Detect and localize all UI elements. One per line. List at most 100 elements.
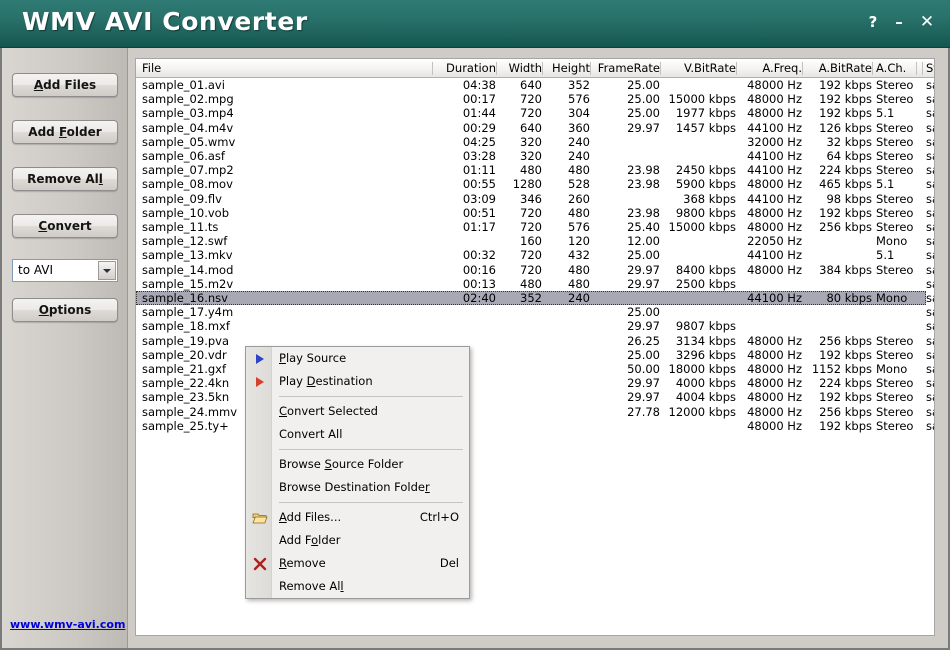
- add-folder-button[interactable]: Add Folder: [12, 120, 118, 144]
- menu-item-remove[interactable]: Remove Del: [246, 552, 469, 575]
- cell-afreq: 48000 Hz: [747, 333, 802, 348]
- column-separator[interactable]: [542, 62, 543, 75]
- column-separator[interactable]: [432, 62, 433, 75]
- column-header-status[interactable]: Status: [926, 59, 934, 77]
- cell-status: sample_13.avi: [926, 248, 934, 263]
- table-row[interactable]: sample_10.vob 00:51 720 480 23.98 9800 kbps 48…: [136, 205, 934, 220]
- cell-file: sample_13.mkv: [142, 248, 233, 263]
- convert-button[interactable]: Convert: [12, 214, 118, 238]
- table-row[interactable]: sample_06.asf 03:28 320 240 44100 Hz 64 kbps S…: [136, 149, 934, 163]
- table-row[interactable]: sample_05.wmv 04:25 320 240 32000 Hz 32 kbps S…: [136, 134, 934, 149]
- column-separator[interactable]: [802, 62, 803, 75]
- options-button[interactable]: Options: [12, 298, 118, 322]
- cell-ach: Stereo: [876, 120, 914, 135]
- chevron-down-icon[interactable]: [98, 261, 116, 280]
- column-header-height[interactable]: Height: [546, 59, 590, 77]
- column-separator[interactable]: [590, 62, 591, 75]
- table-row[interactable]: sample_01.avi 04:38 640 352 25.00 48000 Hz 192…: [136, 78, 934, 92]
- output-format-value: to AVI: [18, 263, 54, 277]
- help-button[interactable]: ?: [864, 14, 882, 32]
- cell-status: sample_14.avi: [926, 262, 934, 277]
- cell-framerate: 23.98: [627, 205, 660, 220]
- remove-all-button[interactable]: Remove All: [12, 167, 118, 191]
- column-header-v-bitrate[interactable]: V.BitRate: [664, 59, 736, 77]
- table-row[interactable]: sample_09.flv 03:09 346 260 368 kbps 44100 Hz…: [136, 191, 934, 206]
- table-row[interactable]: sample_18.mxf 29.97 9807 kbps sample_18.avi: [136, 319, 934, 333]
- options-accel: O: [38, 303, 49, 317]
- cell-vbitrate: 8400 kbps: [675, 262, 736, 277]
- cell-duration: 01:17: [462, 220, 496, 234]
- column-header-a-bitrate[interactable]: A.BitRate: [806, 59, 872, 77]
- menu-item-add-folder[interactable]: Add Folder: [246, 529, 469, 552]
- cell-framerate: 25.00: [627, 92, 660, 107]
- table-row[interactable]: sample_08.mov 00:55 1280 528 23.98 5900 kbps 4…: [136, 177, 934, 192]
- column-header-file[interactable]: File: [142, 59, 432, 77]
- table-row[interactable]: sample_14.mod 00:16 720 480 29.97 8400 kbps 48…: [136, 262, 934, 277]
- cell-status: sample_21.avi: [926, 362, 934, 376]
- output-format-select[interactable]: to AVI: [12, 259, 118, 282]
- cell-afreq: 44100 Hz: [747, 191, 802, 206]
- column-separator[interactable]: [872, 62, 873, 75]
- menu-item-play-source[interactable]: Play Source: [246, 347, 469, 370]
- cell-ach: 5.1: [876, 106, 895, 121]
- menu-item-convert-selected[interactable]: Convert Selected: [246, 400, 469, 423]
- column-separator[interactable]: [660, 62, 661, 75]
- cell-file: sample_14.mod: [142, 262, 234, 277]
- column-separator[interactable]: [736, 62, 737, 75]
- menu-item-add-files[interactable]: Add Files... Ctrl+O: [246, 506, 469, 529]
- cell-abitrate: 256 kbps: [819, 404, 872, 419]
- website-link[interactable]: www.wmv-avi.com: [10, 618, 125, 631]
- table-row[interactable]: sample_11.ts 01:17 720 576 25.40 15000 kbps 48…: [136, 220, 934, 234]
- menu-label-pre: Convert All: [279, 427, 343, 441]
- cell-width: 320: [520, 149, 542, 163]
- cell-duration: 00:51: [462, 205, 496, 220]
- cell-height: 260: [568, 191, 590, 206]
- cell-width: 320: [520, 134, 542, 149]
- cell-ach: Mono: [876, 362, 908, 376]
- cell-ach: Stereo: [876, 92, 914, 107]
- table-row[interactable]: sample_12.swf 160 120 12.00 22050 Hz Mono samp…: [136, 234, 934, 249]
- cell-width: 640: [520, 78, 542, 92]
- cell-file: sample_11.ts: [142, 220, 219, 234]
- menu-item-browse-source[interactable]: Browse Source Folder: [246, 453, 469, 476]
- table-row[interactable]: sample_02.mpg 00:17 720 576 25.00 15000 kbps 4…: [136, 92, 934, 107]
- column-header-duration[interactable]: Duration: [436, 59, 496, 77]
- menu-label-pre: Remove Al: [279, 579, 341, 593]
- menu-item-browse-destination[interactable]: Browse Destination Folder: [246, 476, 469, 499]
- cell-ach: Mono: [876, 234, 908, 249]
- table-row[interactable]: sample_03.mp4 01:44 720 304 25.00 1977 kbps 48…: [136, 106, 934, 121]
- cell-afreq: 48000 Hz: [747, 205, 802, 220]
- cell-height: 480: [568, 262, 590, 277]
- cell-framerate: 23.98: [627, 163, 660, 178]
- cell-vbitrate: 4000 kbps: [675, 376, 736, 391]
- column-separator[interactable]: [496, 62, 497, 75]
- column-header-a-freq[interactable]: A.Freq.: [740, 59, 802, 77]
- cell-file: sample_08.mov: [142, 177, 233, 192]
- table-row[interactable]: sample_17.y4m 25.00 sample_17.avi: [136, 305, 934, 319]
- cell-height: 480: [568, 205, 590, 220]
- cell-width: 720: [520, 220, 542, 234]
- add-files-button[interactable]: Add Files: [12, 73, 118, 97]
- column-separator[interactable]: [922, 62, 923, 75]
- table-row[interactable]: sample_13.mkv 00:32 720 432 25.00 44100 Hz 5.1…: [136, 248, 934, 263]
- menu-item-remove-all[interactable]: Remove All: [246, 575, 469, 598]
- table-row[interactable]: sample_04.m4v 00:29 640 360 29.97 1457 kbps 44…: [136, 120, 934, 135]
- cell-afreq: 48000 Hz: [747, 106, 802, 121]
- context-menu[interactable]: Play Source Play Destination Convert Selec…: [245, 346, 470, 599]
- column-header-framerate[interactable]: FrameRate: [594, 59, 660, 77]
- cell-status: sample_05.avi: [926, 134, 934, 149]
- close-button[interactable]: ✕: [918, 14, 936, 32]
- column-header-width[interactable]: Width: [500, 59, 542, 77]
- column-separator[interactable]: [916, 62, 917, 75]
- cell-status: sample_20.avi: [926, 347, 934, 362]
- table-row[interactable]: sample_15.m2v 00:13 480 480 29.97 2500 kbps sa…: [136, 277, 934, 291]
- cell-ach: Stereo: [876, 390, 914, 405]
- cell-afreq: 32000 Hz: [747, 134, 802, 149]
- table-row[interactable]: sample_16.nsv 02:40 352 240 44100 Hz 80 kbps M…: [136, 291, 934, 306]
- table-row[interactable]: sample_07.mp2 01:11 480 480 23.98 2450 kbps 44…: [136, 163, 934, 178]
- menu-item-play-destination[interactable]: Play Destination: [246, 370, 469, 393]
- add-files-label-post: dd Files: [43, 78, 97, 92]
- minimize-button[interactable]: –: [890, 14, 908, 32]
- menu-item-convert-all[interactable]: Convert All: [246, 423, 469, 446]
- menu-accel: A: [279, 510, 287, 524]
